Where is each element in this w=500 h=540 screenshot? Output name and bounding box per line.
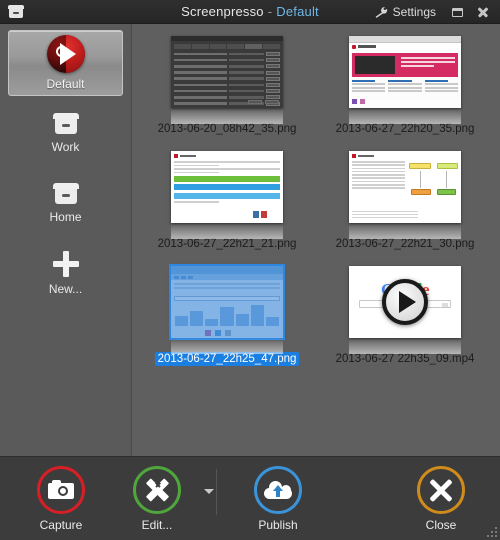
thumbnail-grid: 2013-06-20_08h42_35.png 2013-06-27_22h20… xyxy=(138,32,494,377)
sidebar: Default Work Home New... xyxy=(0,24,132,456)
drawer-icon xyxy=(51,182,81,206)
thumbnail-filename: 2013-06-27_22h20_35.png xyxy=(335,123,475,135)
edit-label: Edit... xyxy=(141,517,173,532)
title-bar: Screenpresso - Default Settings xyxy=(0,0,500,24)
settings-button[interactable]: Settings xyxy=(373,0,436,24)
publish-label: Publish xyxy=(258,517,298,532)
thumbnail-image xyxy=(171,266,283,338)
thumbnail-item[interactable]: 2013-06-27_22h21_30.png xyxy=(316,147,494,262)
sidebar-item-label: New... xyxy=(48,282,83,296)
publish-button[interactable]: Publish xyxy=(233,465,323,532)
thumbnail-image: Google xyxy=(349,266,461,338)
x-icon xyxy=(427,476,455,504)
close-icon xyxy=(477,6,489,18)
title-separator: - xyxy=(267,4,273,19)
close-button-ring xyxy=(417,465,465,514)
thumbnail-filename: 2013-06-27_22h25_47.png xyxy=(154,352,300,366)
bottom-toolbar: Capture Edit... Publish Close xyxy=(0,456,500,540)
sidebar-item-new[interactable]: New... xyxy=(8,240,123,306)
thumbnail-item[interactable]: 2013-06-20_08h42_35.png xyxy=(138,32,316,147)
chevron-down-icon[interactable] xyxy=(204,489,214,494)
thumbnail-filename: 2013-06-27_22h21_30.png xyxy=(335,238,475,250)
thumbnail-reflection xyxy=(171,338,283,354)
capture-button[interactable]: Capture xyxy=(16,465,106,532)
sidebar-item-home[interactable]: Home xyxy=(8,170,123,236)
plus-icon xyxy=(52,250,80,278)
sidebar-item-default[interactable]: Default xyxy=(8,30,123,96)
cloud-upload-icon xyxy=(264,480,292,499)
camera-icon xyxy=(48,480,74,499)
sidebar-item-label: Home xyxy=(49,210,82,224)
toolbar-divider xyxy=(216,468,217,515)
thumbnail-reflection xyxy=(171,108,283,124)
minimize-icon xyxy=(451,7,463,17)
thumbnail-reflection xyxy=(171,223,283,239)
close-button[interactable]: Close xyxy=(396,465,486,532)
capture-label: Capture xyxy=(39,517,83,532)
sidebar-item-label: Work xyxy=(51,140,80,154)
drawer-icon xyxy=(51,112,81,136)
thumbnail-filename: 2013-06-20_08h42_35.png xyxy=(157,123,297,135)
capture-button-ring xyxy=(37,465,85,514)
minimize-button[interactable] xyxy=(444,0,470,24)
sidebar-item-work[interactable]: Work xyxy=(8,100,123,166)
thumbnail-image xyxy=(349,36,461,108)
close-window-button[interactable] xyxy=(470,0,496,24)
thumbnail-item[interactable]: 2013-06-27_22h20_35.png xyxy=(316,32,494,147)
edit-button-ring xyxy=(133,465,181,514)
edit-button[interactable]: Edit... xyxy=(112,465,202,532)
thumbnail-item-selected[interactable]: 2013-06-27_22h25_47.png xyxy=(138,262,316,377)
thumbnail-image xyxy=(171,151,283,223)
thumbnail-reflection xyxy=(349,338,461,354)
settings-label: Settings xyxy=(392,5,436,19)
thumbnail-pane: 2013-06-20_08h42_35.png 2013-06-27_22h20… xyxy=(132,24,500,456)
red-play-disc-icon xyxy=(46,35,85,73)
thumbnail-item[interactable]: Google 2013-06-27 22h35_09.mp4 xyxy=(316,262,494,377)
sidebar-item-label: Default xyxy=(46,77,85,91)
thumbnail-item[interactable]: 2013-06-27_22h21_21.png xyxy=(138,147,316,262)
thumbnail-reflection xyxy=(349,223,461,239)
app-name: Screenpresso xyxy=(181,4,264,19)
resize-grip-icon[interactable] xyxy=(487,527,497,537)
brush-pencil-icon xyxy=(143,476,171,504)
wrench-icon xyxy=(375,7,387,18)
thumbnail-filename: 2013-06-27_22h21_21.png xyxy=(157,238,297,250)
drawer-icon xyxy=(0,0,32,24)
thumbnail-image xyxy=(171,36,283,108)
window-controls xyxy=(444,0,496,24)
thumbnail-image xyxy=(349,151,461,223)
active-profile-name: Default xyxy=(276,4,319,19)
close-label: Close xyxy=(425,517,457,532)
play-button-overlay-icon xyxy=(382,279,428,325)
screenpresso-window: Screenpresso - Default Settings Default … xyxy=(0,0,500,540)
thumbnail-filename: 2013-06-27 22h35_09.mp4 xyxy=(335,353,475,365)
main-area: Default Work Home New... 2013-06-20_08h4… xyxy=(0,24,500,456)
publish-button-ring xyxy=(254,465,302,514)
thumbnail-reflection xyxy=(349,108,461,124)
